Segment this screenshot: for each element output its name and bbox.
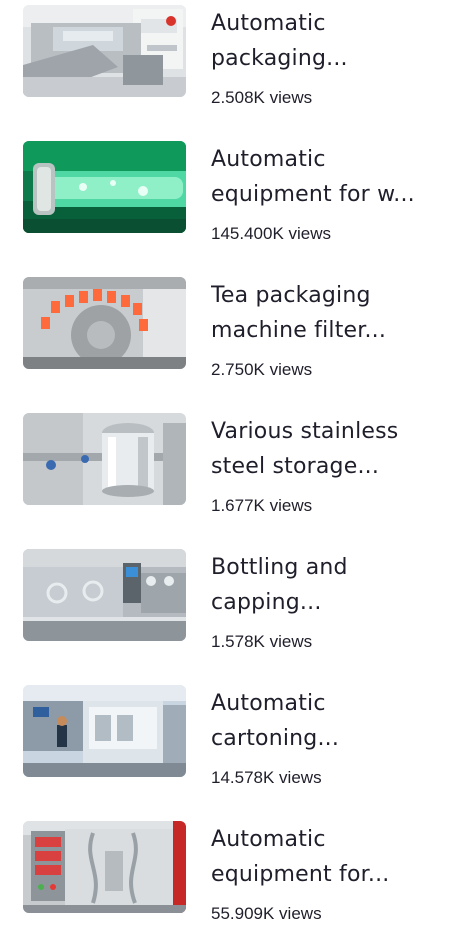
filling-equipment-thumbnail-icon [23,821,186,913]
view-count: 55.909K views [211,904,322,923]
video-thumbnail[interactable] [23,277,186,369]
video-item[interactable]: Automatic packaging... 2.508K views [0,0,454,120]
video-title[interactable]: Various stainless steel storage... [211,414,443,484]
video-title[interactable]: Automatic equipment for w... [211,142,443,212]
green-liquid-pipe-thumbnail-icon [23,141,186,233]
video-title[interactable]: Automatic equipment for... [211,822,443,892]
video-title-line: steel storage... [211,454,380,479]
video-item[interactable]: Bottling and capping... 1.578K views [0,544,454,664]
video-thumbnail[interactable] [23,821,186,913]
video-thumbnail[interactable] [23,685,186,777]
video-title-line: machine filter... [211,318,387,343]
video-title[interactable]: Tea packaging machine filter... [211,278,443,348]
video-thumbnail[interactable] [23,413,186,505]
video-title-line: Bottling and [211,555,348,580]
view-count: 2.750K views [211,360,313,379]
video-title-line: capping... [211,590,322,615]
view-count: 2.508K views [211,88,313,107]
view-count: 145.400K views [211,224,332,243]
view-count: 1.677K views [211,496,313,515]
view-count: 1.578K views [211,632,313,651]
video-title[interactable]: Bottling and capping... [211,550,443,620]
tea-packaging-wheel-thumbnail-icon [23,277,186,369]
cartoning-machine-thumbnail-icon [23,685,186,777]
video-title[interactable]: Automatic cartoning... [211,686,443,756]
packaging-machine-thumbnail-icon [23,5,186,97]
video-title[interactable]: Automatic packaging... [211,6,443,76]
view-count: 14.578K views [211,768,322,787]
video-item[interactable]: Automatic equipment for w... 145.400K vi… [0,136,454,256]
video-item[interactable]: Automatic equipment for... 55.909K views [0,816,454,936]
video-title-line: packaging... [211,46,348,71]
video-item[interactable]: Various stainless steel storage... 1.677… [0,408,454,528]
bottling-machine-thumbnail-icon [23,549,186,641]
stainless-tank-thumbnail-icon [23,413,186,505]
video-thumbnail[interactable] [23,141,186,233]
video-thumbnail[interactable] [23,5,186,97]
video-title-line: Automatic [211,11,326,36]
video-title-line: equipment for... [211,862,390,887]
video-item[interactable]: Automatic cartoning... 14.578K views [0,680,454,800]
video-title-line: cartoning... [211,726,340,751]
video-item[interactable]: Tea packaging machine filter... 2.750K v… [0,272,454,392]
video-title-line: Automatic [211,827,326,852]
video-title-line: Tea packaging [211,283,371,308]
video-title-line: Automatic [211,691,326,716]
video-title-line: equipment for w... [211,182,415,207]
video-thumbnail[interactable] [23,549,186,641]
video-title-line: Automatic [211,147,326,172]
video-title-line: Various stainless [211,419,399,444]
